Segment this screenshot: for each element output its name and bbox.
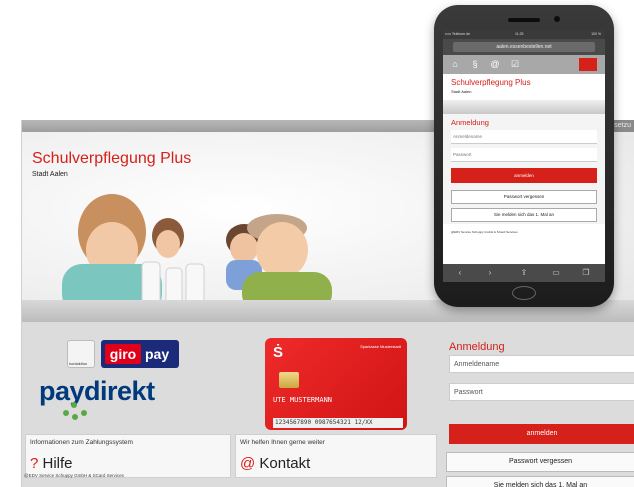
paragraph-icon[interactable]: § — [469, 58, 481, 70]
back-icon[interactable]: ‹ — [455, 268, 465, 278]
payment-logos: kontaktlos giro pay paydirekt — [33, 338, 233, 438]
phone-first-login-button[interactable]: Sie melden sich das 1. Mal an — [451, 208, 597, 222]
phone-login-panel: Anmeldung Anmeldename Passwort anmelden … — [443, 114, 605, 224]
forward-icon[interactable]: › — [485, 268, 495, 278]
phone-divider-band — [443, 100, 605, 114]
card-chip — [279, 372, 299, 388]
sparkasse-logo: Ṡ — [273, 344, 284, 361]
card-number: 1234567890 0987654321 12/XX — [273, 418, 403, 428]
password-field[interactable]: Passwort — [449, 383, 634, 401]
giropay-logo: giro pay — [101, 340, 179, 368]
at-icon[interactable]: @ — [489, 58, 501, 70]
checkbox-icon[interactable]: ☑ — [509, 58, 521, 70]
phone-speaker — [508, 18, 540, 22]
phone-forgot-password-button[interactable]: Passwort vergessen — [451, 190, 597, 204]
phone-login-button[interactable]: anmelden — [451, 168, 597, 183]
help-label: Informationen zum Zahlungssystem — [30, 439, 133, 446]
brand-logo — [579, 58, 597, 71]
kontaktlos-logo: kontaktlos — [67, 340, 95, 368]
question-icon: ? — [30, 455, 39, 472]
phone-camera — [554, 16, 560, 22]
first-login-button[interactable]: Sie melden sich das 1. Mal an — [446, 476, 634, 487]
contact-link[interactable]: @ Kontakt — [240, 455, 310, 472]
at-icon: @ — [240, 455, 256, 472]
smartphone-mockup: ••••• Telekom.de 11:25 100 % aalen.essen… — [434, 5, 614, 307]
phone-username-field[interactable]: Anmeldename — [451, 130, 597, 144]
bank-card-image: Ṡ Sparkasse Musterstadt UTE MUSTERMANN 1… — [265, 338, 407, 430]
home-icon[interactable]: ⌂ — [449, 58, 461, 70]
contact-box[interactable]: Wir helfen Ihnen gerne weiter @ Kontakt — [235, 434, 437, 478]
phone-login-title: Anmeldung — [451, 118, 489, 127]
phone-browser-toolbar: ‹ › ⇪ ▭ ❐ — [443, 264, 605, 282]
phone-url-bar[interactable]: aalen.essenbestellen.net — [443, 39, 605, 55]
username-field[interactable]: Anmeldename — [449, 355, 634, 373]
help-box[interactable]: Informationen zum Zahlungssystem ? Hilfe — [25, 434, 231, 478]
footer-copyright: @EDV Service Schuppy GmbH & SCard Servic… — [24, 473, 124, 478]
card-bank-name: Sparkasse Musterstadt — [360, 344, 401, 349]
phone-subtitle: Stadt Aalen — [451, 89, 472, 94]
login-button[interactable]: anmelden — [449, 424, 634, 444]
tabs-icon[interactable]: ❐ — [581, 268, 591, 278]
phone-screen: ••••• Telekom.de 11:25 100 % aalen.essen… — [443, 30, 605, 282]
phone-home-button[interactable] — [512, 286, 536, 300]
lower-section: kontaktlos giro pay paydirekt Ṡ Sparkass… — [22, 322, 634, 487]
phone-url[interactable]: aalen.essenbestellen.net — [453, 42, 595, 52]
paydirekt-logo: paydirekt — [39, 376, 155, 406]
share-icon[interactable]: ⇪ — [519, 268, 529, 278]
card-holder: UTE MUSTERMANN — [273, 396, 333, 404]
phone-title: Schulverpflegung Plus — [451, 78, 531, 87]
contact-label: Wir helfen Ihnen gerne weiter — [240, 439, 325, 446]
phone-nav-bar: ⌂ § @ ☑ — [443, 55, 605, 74]
phone-footer: @EDV Service Schuppy GmbH & SCard Servic… — [451, 230, 518, 234]
help-link[interactable]: ? Hilfe — [30, 455, 73, 472]
phone-password-field[interactable]: Passwort — [451, 148, 597, 162]
forgot-password-button[interactable]: Passwort vergessen — [446, 452, 634, 472]
login-panel: Anmeldung Anmeldename Passwort anmelden … — [446, 339, 634, 487]
marketing-composite: Voraussetzu Schulverpflegung Plus Stadt … — [0, 0, 634, 487]
login-title: Anmeldung — [449, 341, 505, 353]
phone-status-bar: ••••• Telekom.de 11:25 100 % — [443, 30, 605, 39]
bookmarks-icon[interactable]: ▭ — [551, 268, 561, 278]
